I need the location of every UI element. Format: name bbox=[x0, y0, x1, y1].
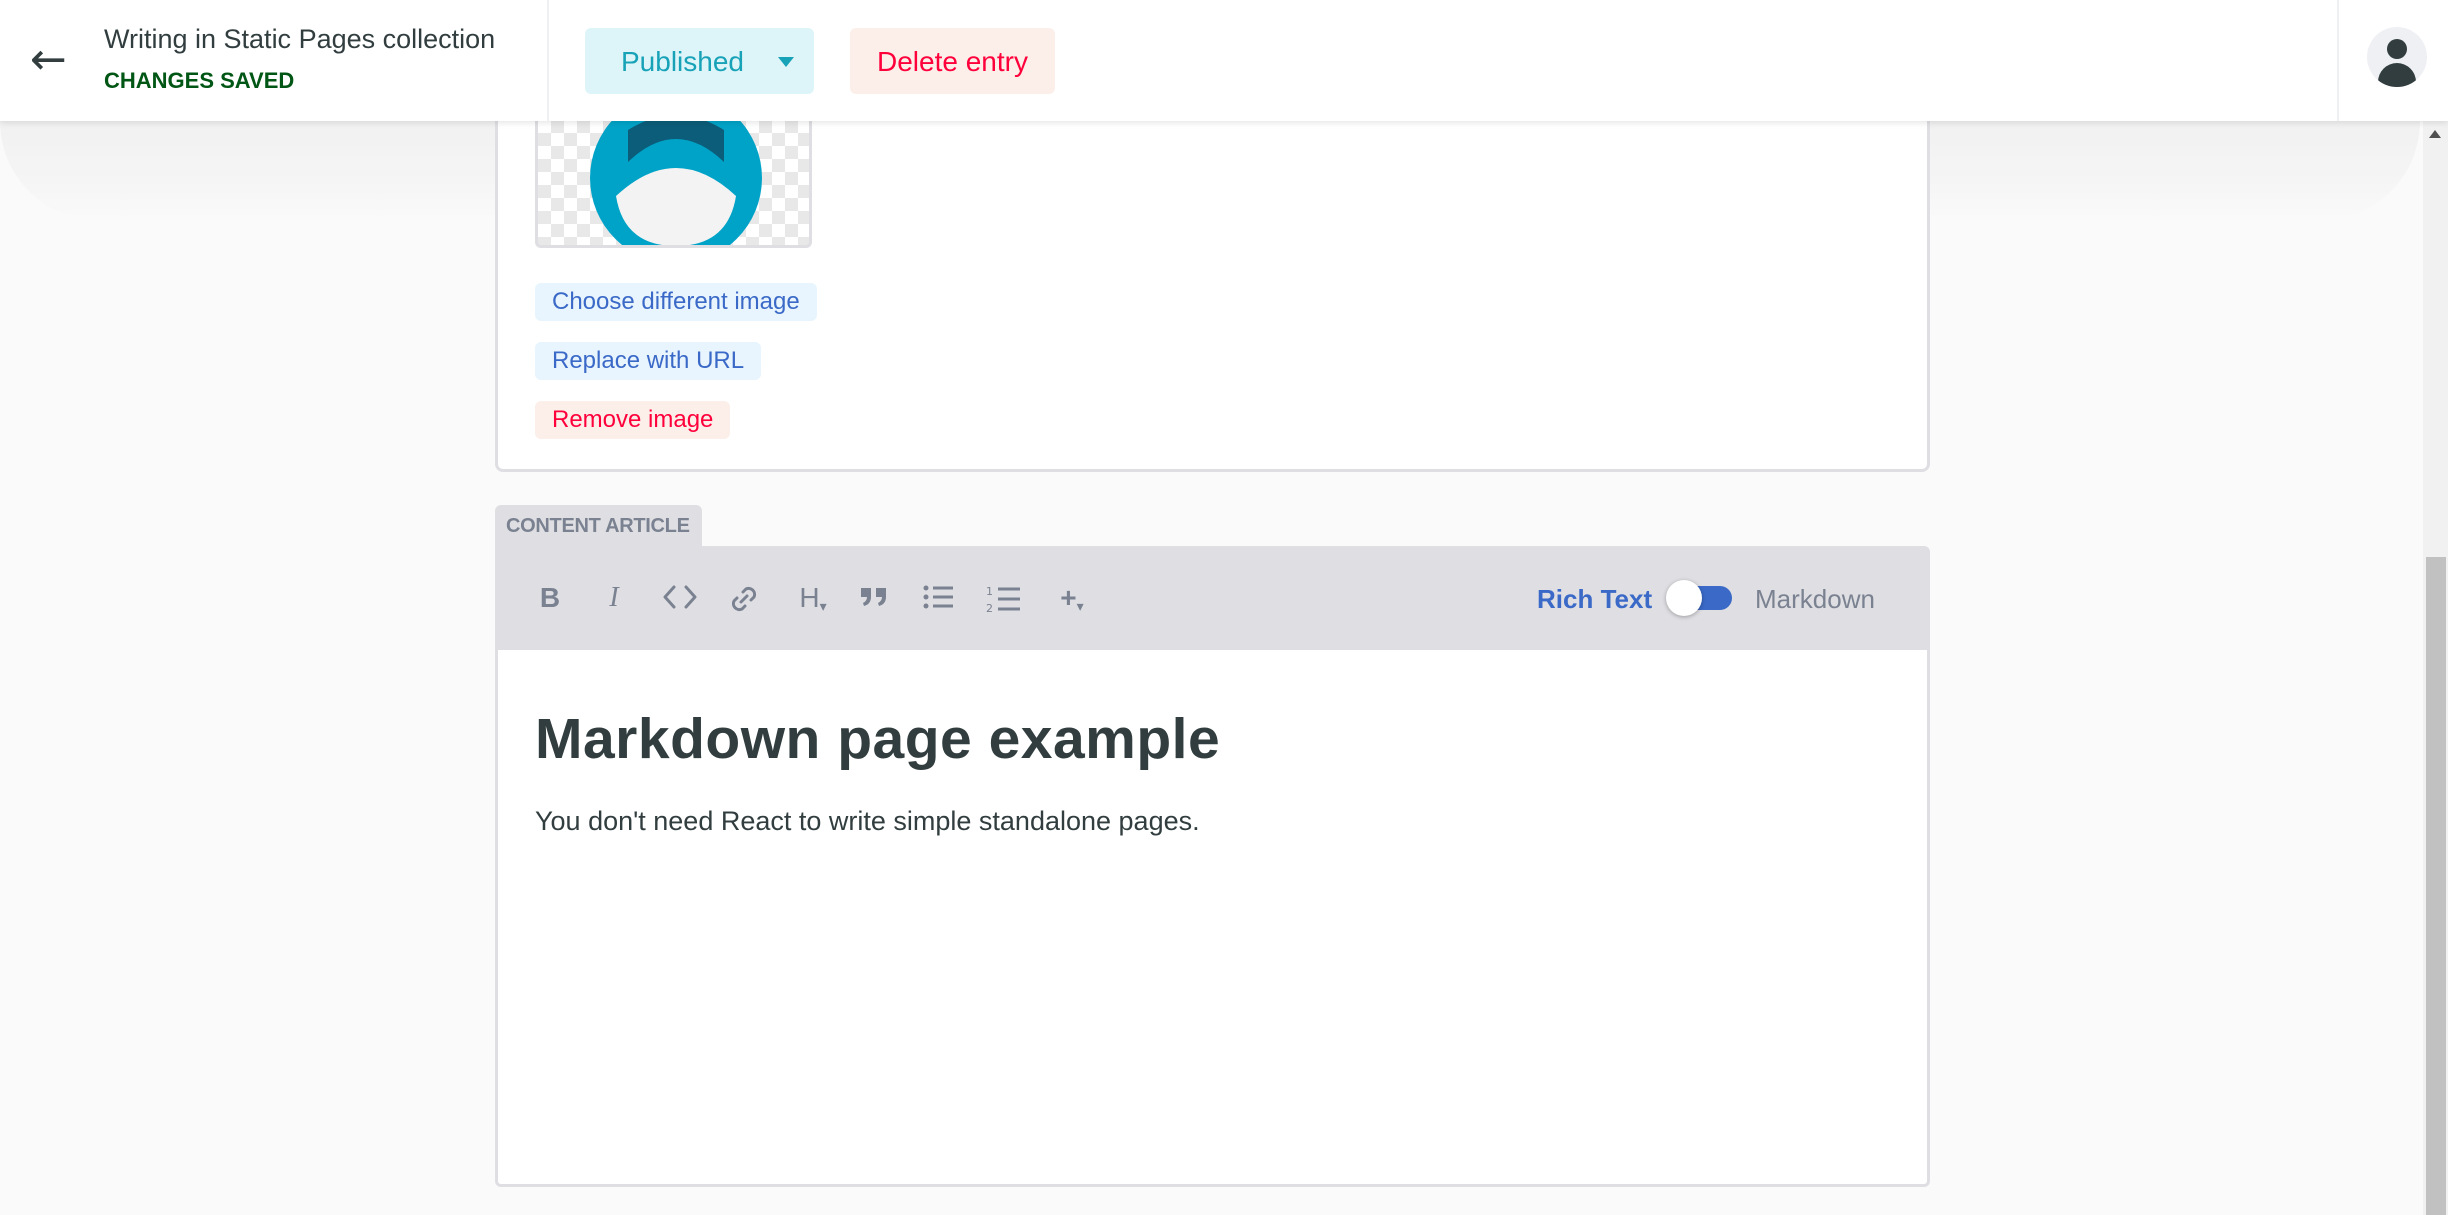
divider bbox=[2337, 0, 2339, 121]
back-arrow-icon[interactable]: ← bbox=[30, 38, 80, 88]
image-field-card: Choose different image Replace with URL … bbox=[495, 100, 1930, 472]
heading-dropdown-button[interactable]: H▾ bbox=[790, 580, 836, 616]
entry-title: Writing in Static Pages collection bbox=[104, 24, 496, 54]
svg-text:2: 2 bbox=[986, 602, 993, 614]
code-icon[interactable] bbox=[660, 580, 700, 616]
heading-label: H bbox=[799, 582, 820, 613]
user-avatar-icon[interactable] bbox=[2367, 27, 2427, 87]
top-bar: ← Writing in Static Pages collection CHA… bbox=[0, 0, 2448, 121]
remove-image-button[interactable]: Remove image bbox=[535, 401, 731, 439]
svg-text:1: 1 bbox=[986, 585, 993, 598]
add-label: + bbox=[1060, 582, 1077, 613]
replace-with-url-button[interactable]: Replace with URL bbox=[535, 342, 762, 380]
bulleted-list-icon[interactable] bbox=[919, 580, 959, 616]
choose-different-image-button[interactable]: Choose different image bbox=[535, 283, 817, 321]
content-heading[interactable]: Markdown page example bbox=[535, 706, 1220, 772]
delete-entry-label: Delete entry bbox=[877, 46, 1028, 77]
rich-text-editor[interactable]: Markdown page example You don't need Rea… bbox=[495, 650, 1930, 1187]
divider bbox=[547, 0, 549, 121]
markdown-mode-label[interactable]: Markdown bbox=[1755, 584, 1875, 615]
scroll-up-arrow-icon[interactable] bbox=[2429, 130, 2441, 138]
publish-status-dropdown[interactable]: Published bbox=[585, 28, 814, 94]
content-paragraph[interactable]: You don't need React to write simple sta… bbox=[535, 806, 1200, 837]
rich-text-mode-label[interactable]: Rich Text bbox=[1537, 584, 1652, 615]
editor-mode-toggle-knob[interactable] bbox=[1666, 580, 1702, 616]
quote-icon[interactable] bbox=[854, 580, 894, 616]
delete-entry-button[interactable]: Delete entry bbox=[850, 28, 1055, 94]
italic-button[interactable]: I bbox=[594, 580, 634, 616]
save-status: CHANGES SAVED bbox=[104, 68, 295, 93]
publish-status-label: Published bbox=[621, 46, 744, 77]
chevron-down-icon bbox=[778, 57, 794, 67]
logo-image-icon bbox=[590, 120, 762, 245]
add-component-button[interactable]: +▾ bbox=[1050, 580, 1094, 616]
content-article-label: CONTENT ARTICLE bbox=[495, 505, 702, 548]
scrollbar-thumb[interactable] bbox=[2426, 557, 2446, 1215]
link-icon[interactable] bbox=[724, 580, 764, 616]
bold-button[interactable]: B bbox=[530, 580, 570, 616]
image-preview bbox=[535, 120, 812, 248]
numbered-list-icon[interactable]: 12 bbox=[984, 580, 1024, 616]
